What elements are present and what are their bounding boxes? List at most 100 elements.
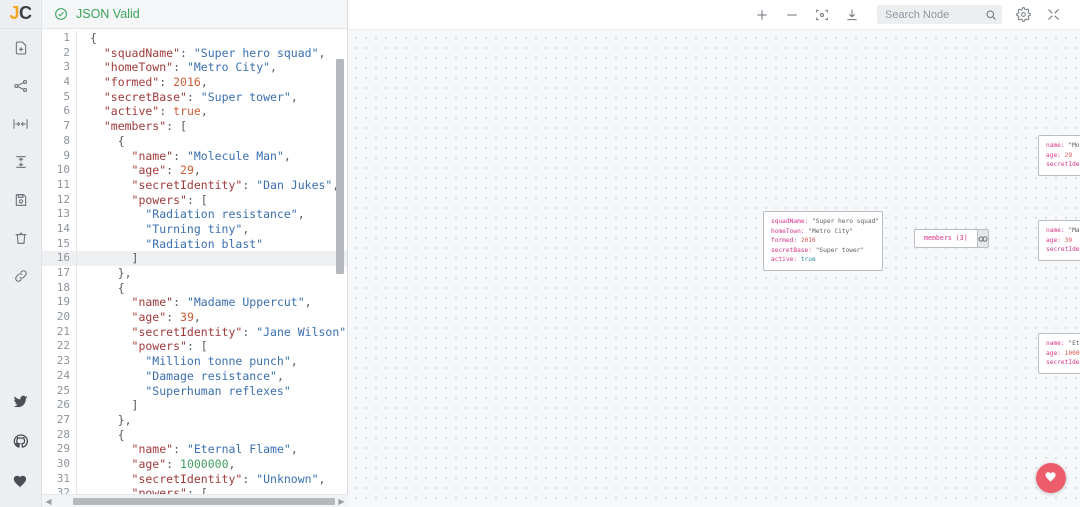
code-line[interactable]: 15 "Radiation blast"	[42, 236, 347, 252]
code-line[interactable]: 24 "Damage resistance",	[42, 368, 347, 384]
scroll-right-icon[interactable]: ▶	[335, 495, 348, 507]
twitter-icon[interactable]	[0, 381, 42, 421]
search-input[interactable]	[885, 8, 985, 21]
node-property-key: name:	[1046, 142, 1069, 149]
fullscreen-button[interactable]	[1038, 0, 1068, 30]
fold-gutter	[76, 310, 85, 325]
code-text: "squadName": "Super hero squad",	[90, 45, 326, 60]
code-line[interactable]: 22 "powers": [	[42, 339, 347, 355]
search-icon[interactable]	[985, 9, 997, 21]
code-line[interactable]: 1{	[42, 31, 347, 46]
node-member-eternal-flame[interactable]: name: "Eternal Flame"age: 1000000secretI…	[1038, 333, 1080, 374]
node-collection-label: members (3)	[924, 233, 968, 242]
code-line[interactable]: 2 "squadName": "Super hero squad",	[42, 45, 347, 61]
line-number: 28	[56, 427, 70, 441]
fold-gutter	[76, 221, 85, 237]
code-line[interactable]: 13 "Radiation resistance",	[42, 207, 347, 222]
code-line[interactable]: 26 ]	[42, 398, 347, 413]
code-text: },	[90, 412, 132, 427]
code-text: "name": "Molecule Man",	[90, 148, 291, 163]
center-view-button[interactable]	[807, 0, 837, 30]
node-property-value: 29	[1064, 151, 1073, 159]
code-line[interactable]: 6 "active": true,	[42, 104, 347, 120]
node-property-value: "Metro City"	[808, 227, 853, 235]
settings-button[interactable]	[1008, 0, 1038, 30]
node-property: name: "Molecule Man"	[1046, 141, 1080, 151]
code-line[interactable]: 21 "secretIdentity": "Jane Wilson",	[42, 324, 347, 340]
compress-vertical-icon[interactable]	[0, 143, 42, 181]
fold-gutter	[76, 89, 85, 105]
link-icon[interactable]	[0, 257, 42, 295]
share-graph-icon[interactable]	[0, 67, 42, 105]
search-node-box[interactable]	[877, 5, 1002, 24]
heart-icon[interactable]	[0, 461, 42, 501]
github-icon[interactable]	[0, 421, 42, 461]
download-button[interactable]	[837, 0, 867, 30]
editor-horizontal-scrollbar[interactable]: ◀ ▶	[42, 494, 348, 507]
zoom-out-button[interactable]	[777, 0, 807, 30]
code-line[interactable]: 18 {	[42, 280, 347, 296]
logo-j: J	[9, 2, 19, 23]
code-editor[interactable]: 1{2 "squadName": "Super hero squad", 3 "h…	[42, 29, 347, 507]
code-line[interactable]: 5 "secretBase": "Super tower",	[42, 89, 347, 105]
fold-gutter	[76, 339, 85, 355]
code-line[interactable]: 9 "name": "Molecule Man",	[42, 148, 347, 164]
editor-vertical-scrollbar[interactable]	[336, 59, 344, 274]
code-text: "age": 29,	[90, 163, 201, 178]
code-line[interactable]: 12 "powers": [	[42, 192, 347, 208]
sidebar: JC	[0, 0, 42, 507]
scroll-left-icon[interactable]: ◀	[42, 495, 55, 507]
code-line[interactable]: 17 },	[42, 266, 347, 281]
fold-gutter	[76, 383, 85, 399]
code-line[interactable]: 16 ]	[42, 251, 347, 266]
node-property-key: age:	[1046, 151, 1065, 159]
code-line[interactable]: 27 },	[42, 412, 347, 428]
code-text: "members": [	[90, 119, 187, 134]
code-line[interactable]: 29 "name": "Eternal Flame",	[42, 442, 347, 457]
code-line[interactable]: 8 {	[42, 133, 347, 149]
line-number: 7	[63, 119, 70, 133]
code-line[interactable]: 19 "name": "Madame Uppercut",	[42, 295, 347, 311]
code-text: ]	[90, 398, 139, 413]
node-member-molecule-man[interactable]: name: "Molecule Man"age: 29secretIdentit…	[1038, 135, 1080, 176]
code-line[interactable]: 7 "members": [	[42, 119, 347, 134]
code-text: "secretIdentity": "Jane Wilson",	[90, 324, 347, 339]
code-line[interactable]: 11 "secretIdentity": "Dan Jukes",	[42, 177, 347, 193]
sponsor-button[interactable]	[1036, 463, 1066, 493]
delete-icon[interactable]	[0, 219, 42, 257]
fold-gutter	[76, 75, 85, 90]
code-text: "Damage resistance",	[90, 368, 284, 383]
node-property-value: 1000000	[1064, 349, 1080, 357]
node-root[interactable]: squadName: "Super hero squad" homeTown: "…	[763, 211, 883, 271]
line-number: 16	[56, 251, 70, 265]
line-number: 22	[56, 339, 70, 353]
code-line[interactable]: 30 "age": 1000000,	[42, 456, 347, 472]
node-member-madame-uppercut[interactable]: name: "Madame Uppercut"age: 39secretIden…	[1038, 220, 1080, 261]
horizontal-scroll-thumb[interactable]	[73, 497, 335, 505]
expand-collapse-icon[interactable]	[976, 230, 988, 247]
code-line[interactable]: 31 "secretIdentity": "Unknown",	[42, 471, 347, 487]
node-property-value: "Molecule Man"	[1068, 142, 1080, 149]
new-file-icon[interactable]	[0, 29, 42, 67]
app-logo[interactable]: JC	[0, 0, 41, 29]
code-line[interactable]: 23 "Million tonne punch",	[42, 354, 347, 369]
code-line[interactable]: 3 "homeTown": "Metro City",	[42, 60, 347, 76]
code-text: "Turning tiny",	[90, 221, 250, 236]
code-line[interactable]: 20 "age": 39,	[42, 310, 347, 325]
zoom-in-button[interactable]	[747, 0, 777, 30]
node-property: active: true	[771, 255, 875, 265]
code-line[interactable]: 14 "Turning tiny",	[42, 221, 347, 237]
save-icon[interactable]	[0, 181, 42, 219]
node-property-value: "Super tower"	[815, 246, 865, 254]
code-line[interactable]: 10 "age": 29,	[42, 163, 347, 178]
collapse-horizontal-icon[interactable]	[0, 105, 42, 143]
code-line[interactable]: 28 {	[42, 427, 347, 443]
code-text: "age": 39,	[90, 310, 201, 325]
code-line[interactable]: 4 "formed": 2016,	[42, 75, 347, 90]
node-members[interactable]: members (3)	[914, 229, 989, 248]
code-line[interactable]: 25 "Superhuman reflexes"	[42, 383, 347, 399]
node-property-value: "Super hero squad"	[811, 218, 880, 225]
graph-canvas[interactable]: squadName: "Super hero squad" homeTown: "…	[348, 30, 1080, 507]
line-number: 1	[63, 31, 70, 44]
code-text: "powers": [	[90, 339, 208, 354]
